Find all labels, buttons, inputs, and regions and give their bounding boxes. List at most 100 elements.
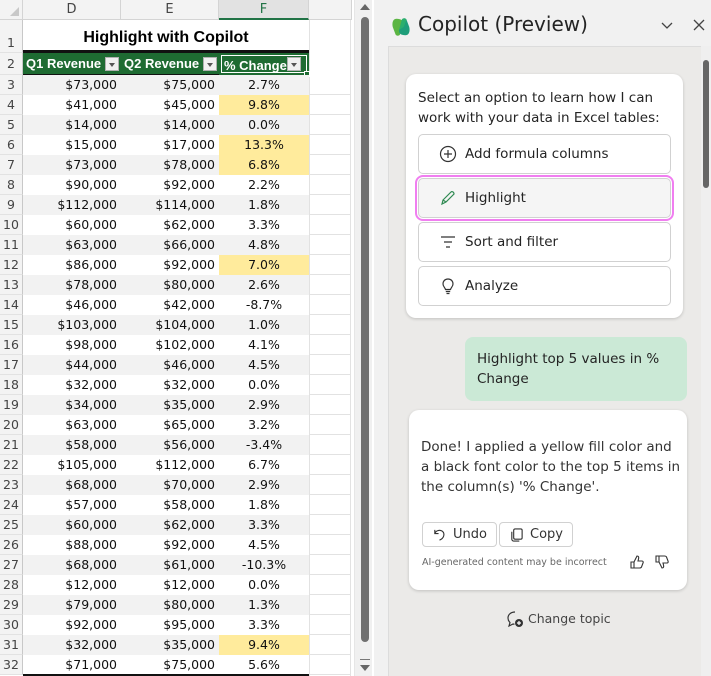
scroll-down-arrow-icon[interactable] (360, 665, 370, 671)
table-header-q1-revenue[interactable]: Q1 Revenue (23, 53, 121, 75)
cell-q2-revenue[interactable]: $66,000 (121, 235, 219, 255)
empty-cell[interactable] (309, 375, 350, 395)
cell-percent-change[interactable]: 3.3% (219, 515, 309, 535)
row-header-1[interactable]: 1 (0, 20, 23, 53)
row-header[interactable]: 19 (0, 395, 23, 415)
cell-q1-revenue[interactable]: $60,000 (23, 215, 121, 235)
cell-percent-change[interactable]: 2.2% (219, 175, 309, 195)
cell-percent-change-highlighted[interactable]: 6.8% (219, 155, 309, 175)
empty-cell[interactable] (309, 635, 350, 655)
cell-q1-revenue[interactable]: $57,000 (23, 495, 121, 515)
cell-q1-revenue[interactable]: $32,000 (23, 375, 121, 395)
cell-q1-revenue[interactable]: $34,000 (23, 395, 121, 415)
row-header[interactable]: 10 (0, 215, 23, 235)
cell-percent-change[interactable]: 2.9% (219, 395, 309, 415)
empty-cell[interactable] (309, 175, 350, 195)
cell-q1-revenue[interactable]: $98,000 (23, 335, 121, 355)
filter-dropdown-button[interactable] (105, 57, 119, 71)
row-header[interactable]: 12 (0, 255, 23, 275)
filter-dropdown-button[interactable] (203, 57, 217, 71)
cell-q1-revenue[interactable]: $90,000 (23, 175, 121, 195)
cell-q2-revenue[interactable]: $12,000 (121, 575, 219, 595)
cell-q1-revenue[interactable]: $32,000 (23, 635, 121, 655)
cell-q1-revenue[interactable]: $71,000 (23, 655, 121, 675)
cell-percent-change[interactable]: 0.0% (219, 575, 309, 595)
row-header[interactable]: 28 (0, 575, 23, 595)
cell-q1-revenue[interactable]: $86,000 (23, 255, 121, 275)
empty-cell[interactable] (309, 95, 350, 115)
row-header[interactable]: 24 (0, 495, 23, 515)
cell-percent-change[interactable]: 4.1% (219, 335, 309, 355)
row-header[interactable]: 20 (0, 415, 23, 435)
cell-q1-revenue[interactable]: $14,000 (23, 115, 121, 135)
cell-q2-revenue[interactable]: $75,000 (121, 75, 219, 95)
cell-percent-change[interactable]: 3.3% (219, 615, 309, 635)
cell-q2-revenue[interactable]: $95,000 (121, 615, 219, 635)
table-header-percent-change[interactable]: % Change (219, 53, 309, 75)
cell-percent-change[interactable]: 3.3% (219, 215, 309, 235)
empty-cell[interactable] (309, 515, 350, 535)
row-header[interactable]: 25 (0, 515, 23, 535)
cell-percent-change[interactable]: 0.0% (219, 375, 309, 395)
row-header[interactable]: 9 (0, 195, 23, 215)
cell-q1-revenue[interactable]: $92,000 (23, 615, 121, 635)
cell-q2-revenue[interactable]: $35,000 (121, 635, 219, 655)
cell-percent-change[interactable]: 6.7% (219, 455, 309, 475)
empty-cell[interactable] (309, 135, 350, 155)
empty-cell[interactable] (309, 315, 350, 335)
empty-cell[interactable] (309, 75, 350, 95)
cell-q2-revenue[interactable]: $45,000 (121, 95, 219, 115)
row-header[interactable]: 5 (0, 115, 23, 135)
row-header[interactable]: 17 (0, 355, 23, 375)
cell-percent-change[interactable]: 1.8% (219, 495, 309, 515)
cell-percent-change-highlighted[interactable]: 9.4% (219, 635, 309, 655)
cell-q1-revenue[interactable]: $79,000 (23, 595, 121, 615)
chat-scrollbar-thumb[interactable] (703, 60, 709, 188)
cell-q2-revenue[interactable]: $92,000 (121, 535, 219, 555)
row-header[interactable]: 3 (0, 75, 23, 95)
scrollbar-thumb[interactable] (361, 17, 369, 642)
cell-percent-change[interactable]: -8.7% (219, 295, 309, 315)
cell-percent-change[interactable]: 4.5% (219, 355, 309, 375)
cell-q1-revenue[interactable]: $15,000 (23, 135, 121, 155)
cell-q1-revenue[interactable]: $112,000 (23, 195, 121, 215)
row-header[interactable]: 8 (0, 175, 23, 195)
cell-q1-revenue[interactable]: $41,000 (23, 95, 121, 115)
row-header[interactable]: 22 (0, 455, 23, 475)
cell-percent-change[interactable]: 1.3% (219, 595, 309, 615)
cell-percent-change[interactable]: 2.7% (219, 75, 309, 95)
cell-q1-revenue[interactable]: $103,000 (23, 315, 121, 335)
undo-button[interactable]: Undo (422, 522, 497, 547)
cell-percent-change[interactable]: 3.2% (219, 415, 309, 435)
cell-q2-revenue[interactable]: $104,000 (121, 315, 219, 335)
empty-cell[interactable] (309, 235, 350, 255)
row-header[interactable]: 11 (0, 235, 23, 255)
row-header[interactable]: 13 (0, 275, 23, 295)
cell-percent-change[interactable]: 5.6% (219, 655, 309, 675)
cell-percent-change-highlighted[interactable]: 9.8% (219, 95, 309, 115)
cell-q2-revenue[interactable]: $78,000 (121, 155, 219, 175)
row-header[interactable]: 14 (0, 295, 23, 315)
select-all-corner[interactable] (0, 0, 23, 20)
cell-percent-change[interactable]: 0.0% (219, 115, 309, 135)
empty-cell[interactable] (309, 295, 350, 315)
cell-q1-revenue[interactable]: $63,000 (23, 415, 121, 435)
cell-q2-revenue[interactable]: $42,000 (121, 295, 219, 315)
cell-q1-revenue[interactable]: $63,000 (23, 235, 121, 255)
cell-q1-revenue[interactable]: $12,000 (23, 575, 121, 595)
sheet-vertical-scrollbar[interactable] (354, 0, 372, 676)
cell-q2-revenue[interactable]: $112,000 (121, 455, 219, 475)
cell-q1-revenue[interactable]: $73,000 (23, 75, 121, 95)
thumbs-down-icon[interactable] (654, 554, 670, 570)
row-header-2[interactable]: 2 (0, 53, 23, 75)
option-add-formula-columns[interactable]: Add formula columns (418, 134, 671, 174)
cell-q1-revenue[interactable]: $88,000 (23, 535, 121, 555)
cell-percent-change[interactable]: -10.3% (219, 555, 309, 575)
cell-q2-revenue[interactable]: $92,000 (121, 255, 219, 275)
cell-q2-revenue[interactable]: $62,000 (121, 515, 219, 535)
empty-cell[interactable] (309, 595, 350, 615)
empty-cell[interactable] (309, 195, 350, 215)
empty-cell[interactable] (309, 255, 350, 275)
cell-percent-change-highlighted[interactable]: 7.0% (219, 255, 309, 275)
cell-percent-change[interactable]: 1.8% (219, 195, 309, 215)
